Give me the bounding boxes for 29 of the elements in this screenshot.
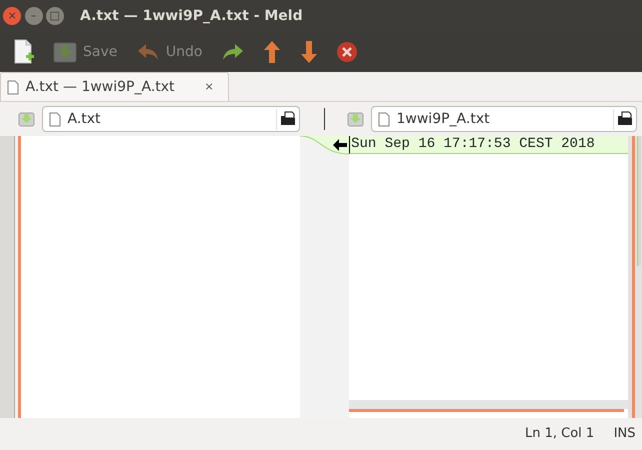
document-tab[interactable]: A.txt — 1wwi9P_A.txt × [0,72,229,101]
arrow-left-icon[interactable] [333,139,348,151]
file-chooser[interactable]: 1wwi9P_A.txt [370,106,637,132]
file-name: A.txt [68,110,102,128]
horizontal-scrollbar[interactable] [349,400,628,409]
tab-label: A.txt — 1wwi9P_A.txt [26,78,175,96]
text-editor[interactable]: Sun Sep 16 17:17:53 CEST 2018 [349,136,628,418]
new-file-icon [12,39,34,65]
file-chooser[interactable]: A.txt [42,106,300,132]
cursor-position: Ln 1, Col 1 [524,425,594,444]
open-folder-icon [612,108,633,130]
scrollbar[interactable] [0,136,15,418]
download-icon [53,40,77,64]
document-icon [49,112,61,126]
close-tab-button[interactable]: × [200,78,218,96]
document-icon [7,80,19,94]
document-icon [378,112,390,126]
redo-icon [220,42,245,62]
scrollbar[interactable] [628,136,642,418]
arrow-up-icon [263,40,282,64]
arrow-down-icon [300,40,318,64]
save-file-icon [18,110,35,128]
open-folder-icon [276,108,296,130]
window-title: A.txt — 1wwi9P_A.txt - Meld [80,6,303,26]
insert-mode: INS [614,425,636,444]
save-file-icon [347,110,364,128]
stop-icon [336,41,358,63]
file-name: 1wwi9P_A.txt [396,110,491,128]
undo-icon [136,42,160,62]
